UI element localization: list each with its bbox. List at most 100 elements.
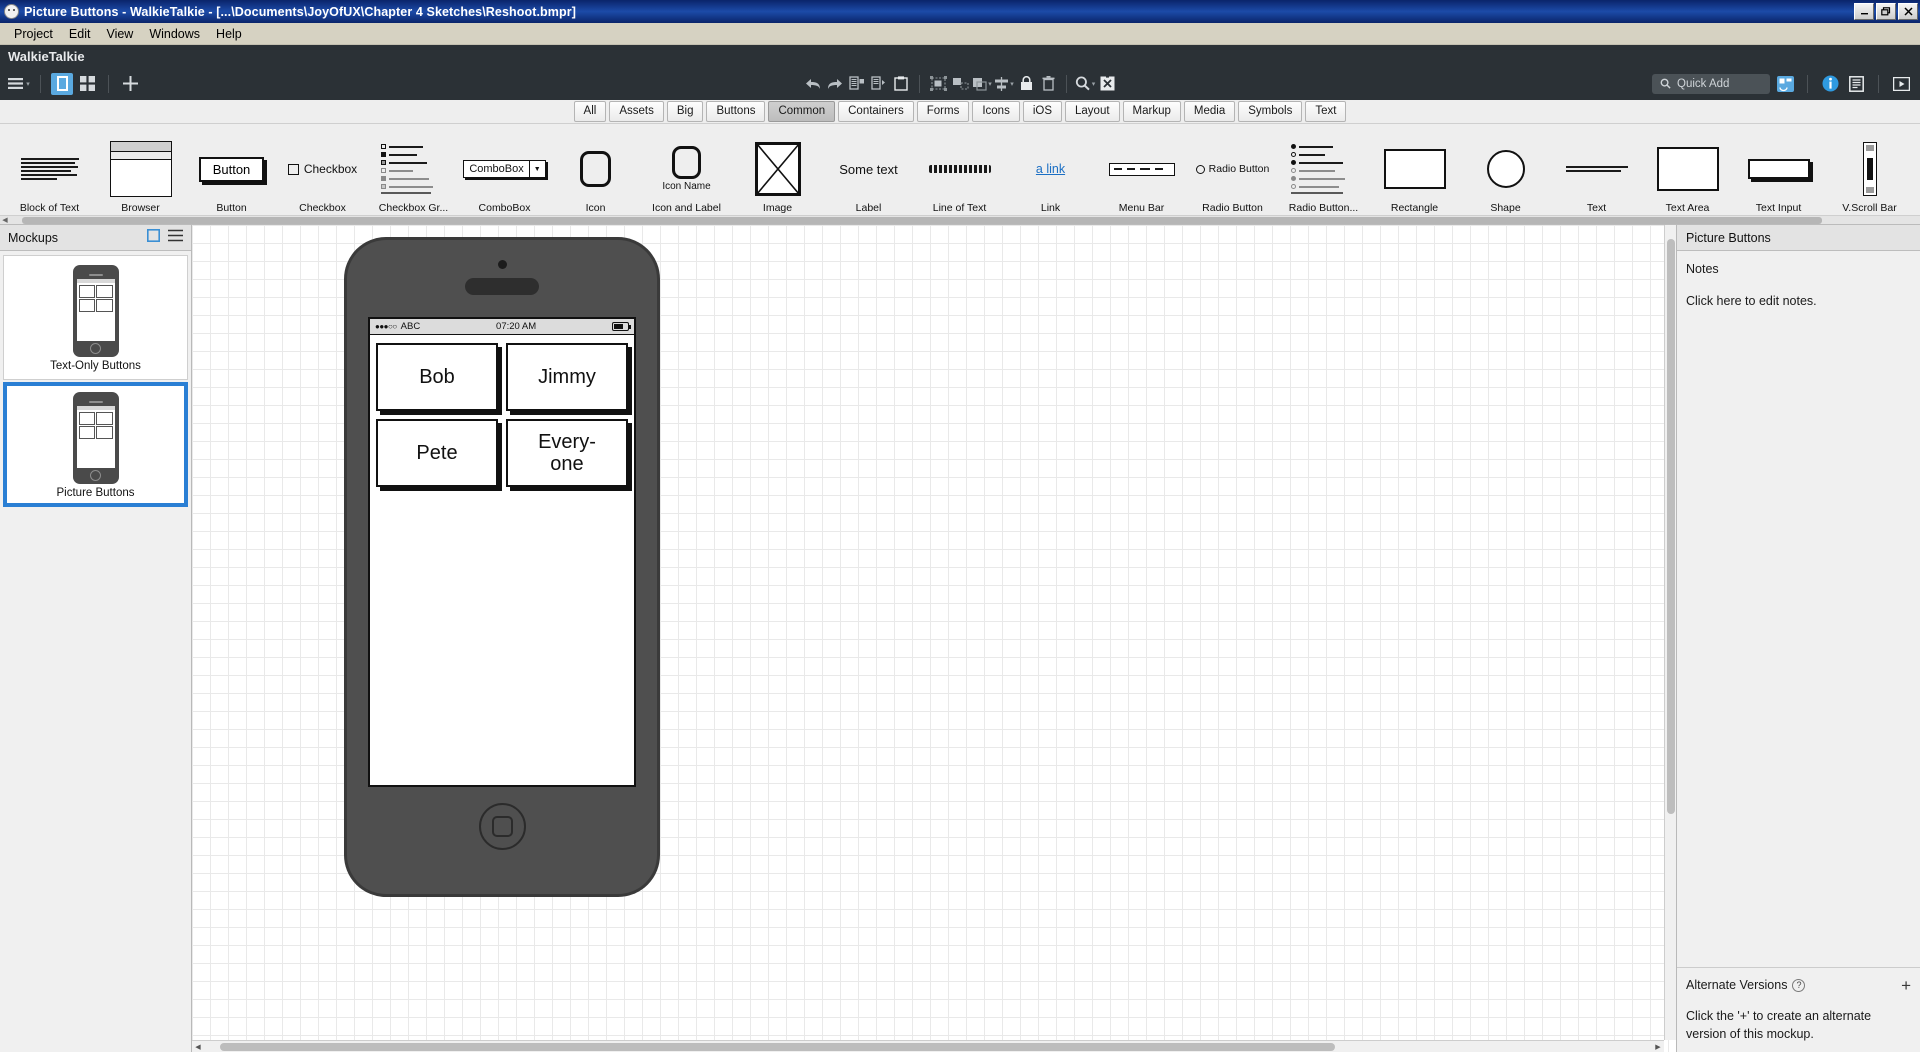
palette-item-combobox[interactable]: ComboBox ▼ ComboBox: [459, 124, 550, 216]
sidebar-menu-icon[interactable]: [168, 229, 183, 247]
menu-item-view[interactable]: View: [98, 25, 141, 43]
palette-item-shape[interactable]: Shape: [1460, 124, 1551, 216]
category-tab-forms[interactable]: Forms: [916, 101, 970, 122]
category-tab-layout[interactable]: Layout: [1065, 101, 1120, 122]
iphone-mockup[interactable]: ●●●○○ ABC 07:20 AM Bob Jimmy Pete Every-…: [344, 237, 660, 897]
palette-item-browser[interactable]: Browser: [95, 124, 186, 216]
canvas-horizontal-scrollbar[interactable]: ◀ ▶: [192, 1040, 1664, 1052]
palette-scroll-thumb[interactable]: [22, 216, 1822, 224]
presentation-play-icon[interactable]: [1890, 73, 1912, 95]
palette-item-checkbox[interactable]: Checkbox Checkbox: [277, 124, 368, 216]
restore-button[interactable]: [1876, 3, 1896, 20]
canvas-vscroll-thumb[interactable]: [1667, 239, 1675, 814]
hamburger-menu-icon[interactable]: ▾: [8, 73, 30, 95]
category-tab-common[interactable]: Common: [768, 101, 836, 122]
close-button[interactable]: [1898, 3, 1918, 20]
category-tab-all[interactable]: All: [573, 101, 607, 122]
menu-item-help[interactable]: Help: [208, 25, 250, 43]
toolbar-separator: [108, 74, 109, 93]
canvas-vertical-scrollbar[interactable]: [1664, 225, 1676, 1040]
bring-forward-icon[interactable]: ▾: [971, 73, 993, 95]
palette-item-image[interactable]: Image: [732, 124, 823, 216]
contact-button-jimmy[interactable]: Jimmy: [506, 343, 628, 411]
ui-library-icon[interactable]: [1774, 73, 1796, 95]
palette-item-button[interactable]: Button Button: [186, 124, 277, 216]
menubar-thumb: [1096, 138, 1187, 200]
new-mockup-icon[interactable]: [147, 228, 160, 247]
category-tab-buttons[interactable]: Buttons: [706, 101, 766, 122]
browser-window-thumb: [95, 138, 186, 200]
group-icon[interactable]: [927, 73, 949, 95]
palette-item-rectangle[interactable]: Rectangle: [1369, 124, 1460, 216]
mockups-panel-title: Mockups: [8, 230, 59, 245]
palette-item-block-of-text[interactable]: Block of Text: [4, 124, 95, 216]
mockups-sidebar: Mockups Text-Only Buttons Picture Button…: [0, 225, 192, 1052]
add-alternate-version-button[interactable]: +: [1901, 977, 1911, 994]
palette-item-text-area[interactable]: Text Area: [1642, 124, 1733, 216]
palette-item-vscroll-bar[interactable]: V.Scroll Bar: [1824, 124, 1915, 216]
notes-edit-area[interactable]: Click here to edit notes.: [1686, 294, 1911, 308]
lock-icon[interactable]: [1015, 73, 1037, 95]
zoom-icon[interactable]: ▾: [1074, 73, 1096, 95]
mockup-thumbnail: [72, 392, 119, 484]
palette-item-radio-group[interactable]: Radio Button...: [1278, 124, 1369, 216]
add-new-icon[interactable]: [119, 73, 141, 95]
palette-item-line-of-text[interactable]: Line of Text: [914, 124, 1005, 216]
help-icon[interactable]: ?: [1792, 978, 1806, 992]
grid-view-icon[interactable]: [76, 73, 98, 95]
paste-icon[interactable]: [890, 73, 912, 95]
palette-item-text[interactable]: Text: [1551, 124, 1642, 216]
palette-item-label[interactable]: Some text Label: [823, 124, 914, 216]
category-tab-icons[interactable]: Icons: [972, 101, 1020, 122]
category-tab-containers[interactable]: Containers: [838, 101, 914, 122]
contact-button-everyone[interactable]: Every- one: [506, 419, 628, 487]
palette-item-icon-and-label[interactable]: Icon Name Icon and Label: [641, 124, 732, 216]
quick-add-input[interactable]: Quick Add: [1652, 73, 1770, 94]
carrier-label: ABC: [400, 321, 421, 332]
palette-item-text-input[interactable]: Text Input: [1733, 124, 1824, 216]
minimize-button[interactable]: [1854, 3, 1874, 20]
canvas-scroll-left-arrow[interactable]: ◀: [192, 1043, 204, 1051]
reset-zoom-icon[interactable]: [1096, 73, 1118, 95]
palette-item-radio-button[interactable]: Radio Button Radio Button: [1187, 124, 1278, 216]
align-icon[interactable]: ▾: [993, 73, 1015, 95]
notes-panel-icon[interactable]: [1845, 73, 1867, 95]
contact-button-pete[interactable]: Pete: [376, 419, 498, 487]
palette-item-link[interactable]: a link Link: [1005, 124, 1096, 216]
undo-icon[interactable]: [802, 73, 824, 95]
category-tab-ios[interactable]: iOS: [1022, 101, 1063, 122]
duplicate-icon[interactable]: [846, 73, 868, 95]
category-tab-symbols[interactable]: Symbols: [1238, 101, 1303, 122]
copy-to-icon[interactable]: [868, 73, 890, 95]
mockup-item-picture-buttons[interactable]: Picture Buttons: [3, 382, 188, 507]
category-tab-markup[interactable]: Markup: [1122, 101, 1181, 122]
info-icon[interactable]: [1819, 73, 1841, 95]
canvas-hscroll-thumb[interactable]: [220, 1042, 1335, 1051]
category-tab-text[interactable]: Text: [1305, 101, 1347, 122]
mockup-item-text-only-buttons[interactable]: Text-Only Buttons: [3, 255, 188, 380]
redo-icon[interactable]: [824, 73, 846, 95]
toolbar-separator: [1878, 74, 1879, 93]
palette-item-menu-bar[interactable]: Menu Bar: [1096, 124, 1187, 216]
category-tab-big[interactable]: Big: [666, 101, 704, 122]
contact-button-bob[interactable]: Bob: [376, 343, 498, 411]
ungroup-icon[interactable]: [949, 73, 971, 95]
mockup-canvas[interactable]: ●●●○○ ABC 07:20 AM Bob Jimmy Pete Every-…: [192, 225, 1676, 1052]
widget-palette: Block of Text Browser Button Button Chec…: [0, 124, 1920, 225]
menu-item-edit[interactable]: Edit: [61, 25, 99, 43]
palette-scroll-left-arrow[interactable]: ◀: [0, 216, 10, 224]
link-thumb-text: a link: [1035, 162, 1066, 176]
single-panel-view-icon[interactable]: [51, 72, 73, 95]
palette-label: ComboBox: [478, 202, 531, 214]
palette-horizontal-scrollbar[interactable]: ◀: [0, 215, 1920, 224]
category-tab-media[interactable]: Media: [1183, 101, 1236, 122]
palette-item-checkbox-group[interactable]: Checkbox Gr...: [368, 124, 459, 216]
canvas-scroll-right-arrow[interactable]: ▶: [1652, 1043, 1664, 1051]
mini-speaker-icon: [88, 401, 103, 403]
category-tab-assets[interactable]: Assets: [609, 101, 664, 122]
delete-icon[interactable]: [1037, 73, 1059, 95]
menu-item-windows[interactable]: Windows: [141, 25, 208, 43]
menu-item-project[interactable]: Project: [6, 25, 61, 43]
palette-label: Checkbox Gr...: [378, 202, 449, 214]
palette-item-icon[interactable]: Icon: [550, 124, 641, 216]
